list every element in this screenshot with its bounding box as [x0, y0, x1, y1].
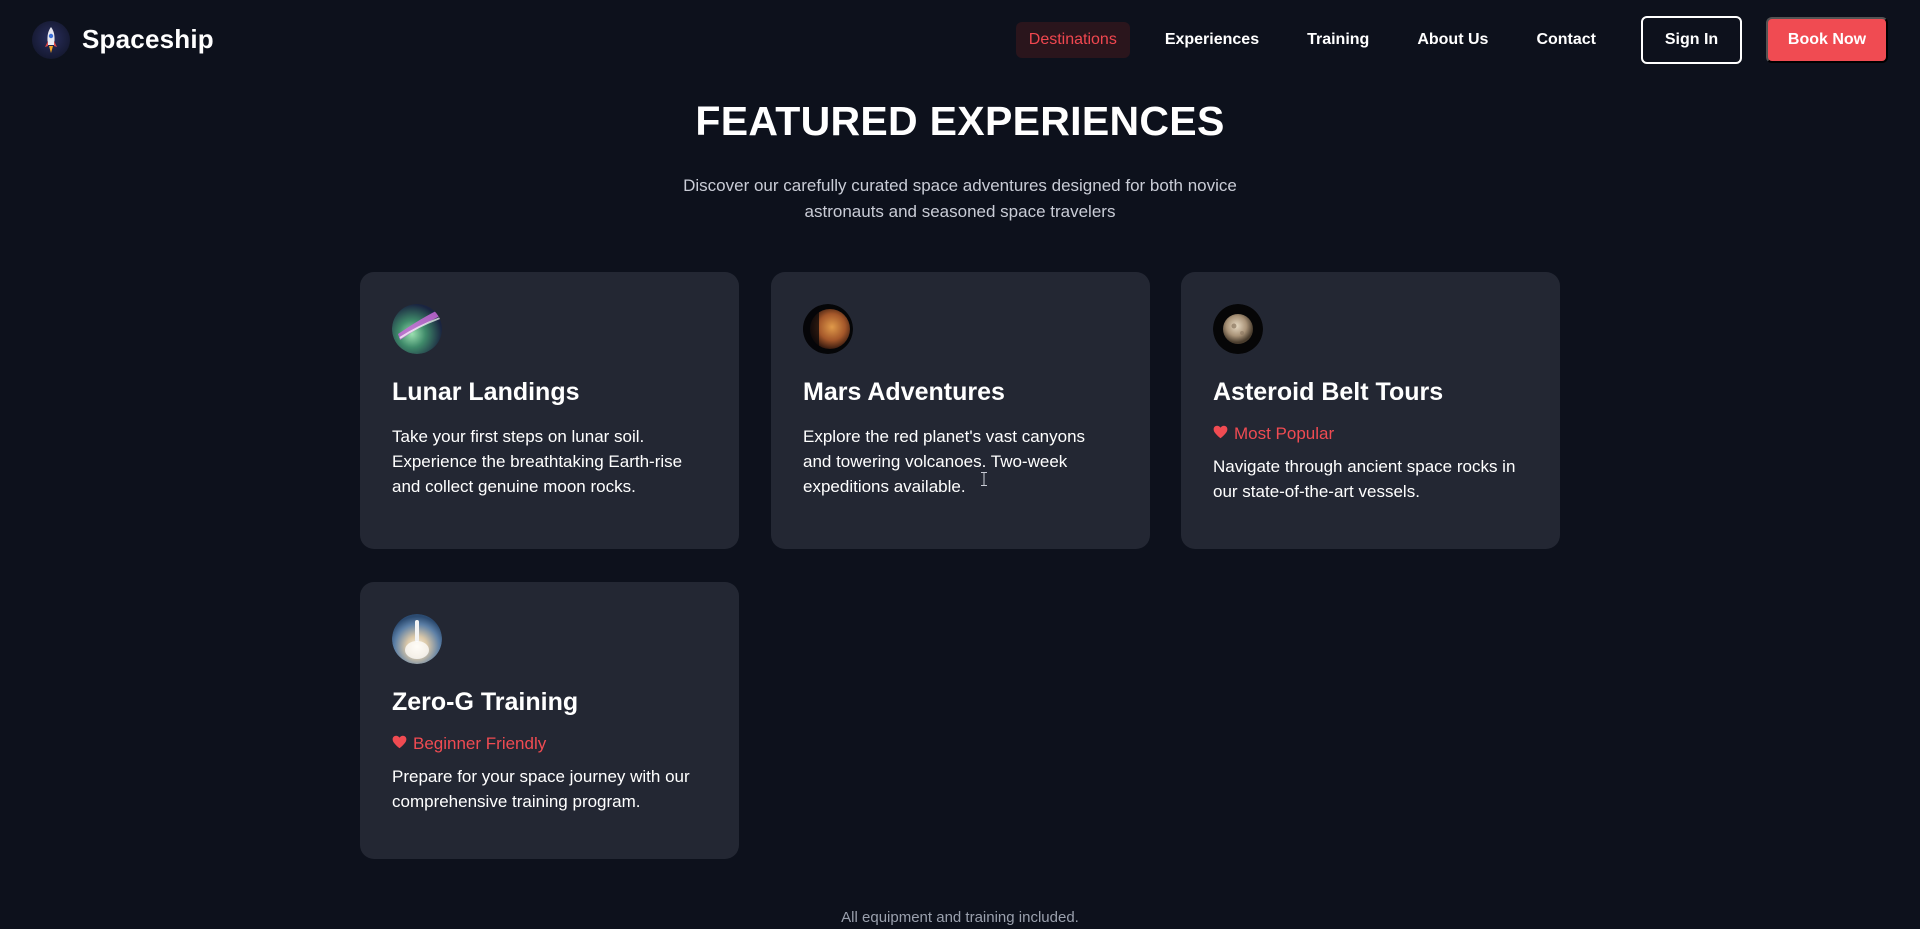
page-title: FEATURED EXPERIENCES: [695, 98, 1225, 144]
experience-card-lunar-landings[interactable]: Lunar Landings Take your first steps on …: [360, 272, 739, 549]
heart-icon: [1213, 424, 1228, 444]
card-description: Explore the red planet's vast canyons an…: [803, 427, 1086, 496]
popular-badge: Most Popular: [1213, 424, 1528, 444]
badge-label: Beginner Friendly: [413, 734, 547, 753]
beginner-badge: Beginner Friendly: [392, 734, 707, 754]
asteroid-icon: [1213, 304, 1263, 354]
rocket-launch-icon: [392, 614, 442, 664]
footer-note: All equipment and training included.: [841, 909, 1079, 926]
aurora-planet-icon: [392, 304, 442, 354]
brand[interactable]: Spaceship: [32, 20, 214, 59]
experience-card-zero-g-training[interactable]: Zero-G Training Beginner Friendly Prepar…: [360, 582, 739, 859]
rocket-icon: [32, 20, 70, 59]
nav-link-about-us[interactable]: About Us: [1404, 22, 1501, 58]
nav-link-destinations[interactable]: Destinations: [1015, 21, 1130, 58]
nav-link-contact[interactable]: Contact: [1523, 22, 1609, 58]
card-title: Zero-G Training: [392, 688, 579, 716]
brand-name: Spaceship: [82, 24, 214, 54]
card-description: Prepare for your space journey with our …: [392, 767, 690, 811]
book-now-button[interactable]: Book Now: [1766, 16, 1888, 63]
heart-icon: [392, 734, 407, 754]
card-description: Navigate through ancient space rocks in …: [1213, 457, 1516, 501]
badge-label: Most Popular: [1234, 424, 1335, 443]
nav-link-training[interactable]: Training: [1294, 22, 1382, 58]
nav-link-experiences[interactable]: Experiences: [1152, 22, 1272, 58]
card-title: Mars Adventures: [803, 378, 1005, 406]
experience-card-asteroid-belt-tours[interactable]: Asteroid Belt Tours Most Popular Navigat…: [1181, 272, 1560, 549]
page-subtitle: Discover our carefully curated space adv…: [683, 176, 1237, 221]
nav-links: Destinations Experiences Training About …: [1015, 15, 1888, 64]
mars-icon: [803, 304, 853, 354]
card-title: Lunar Landings: [392, 378, 580, 406]
navbar: Spaceship Destinations Experiences Train…: [0, 0, 1920, 79]
card-title: Asteroid Belt Tours: [1213, 378, 1444, 406]
card-description: Take your first steps on lunar soil. Exp…: [392, 427, 683, 496]
sign-in-button[interactable]: Sign In: [1641, 15, 1742, 64]
experience-card-mars-adventures[interactable]: Mars Adventures Explore the red planet's…: [771, 272, 1150, 549]
text-cursor-icon: [981, 472, 987, 486]
